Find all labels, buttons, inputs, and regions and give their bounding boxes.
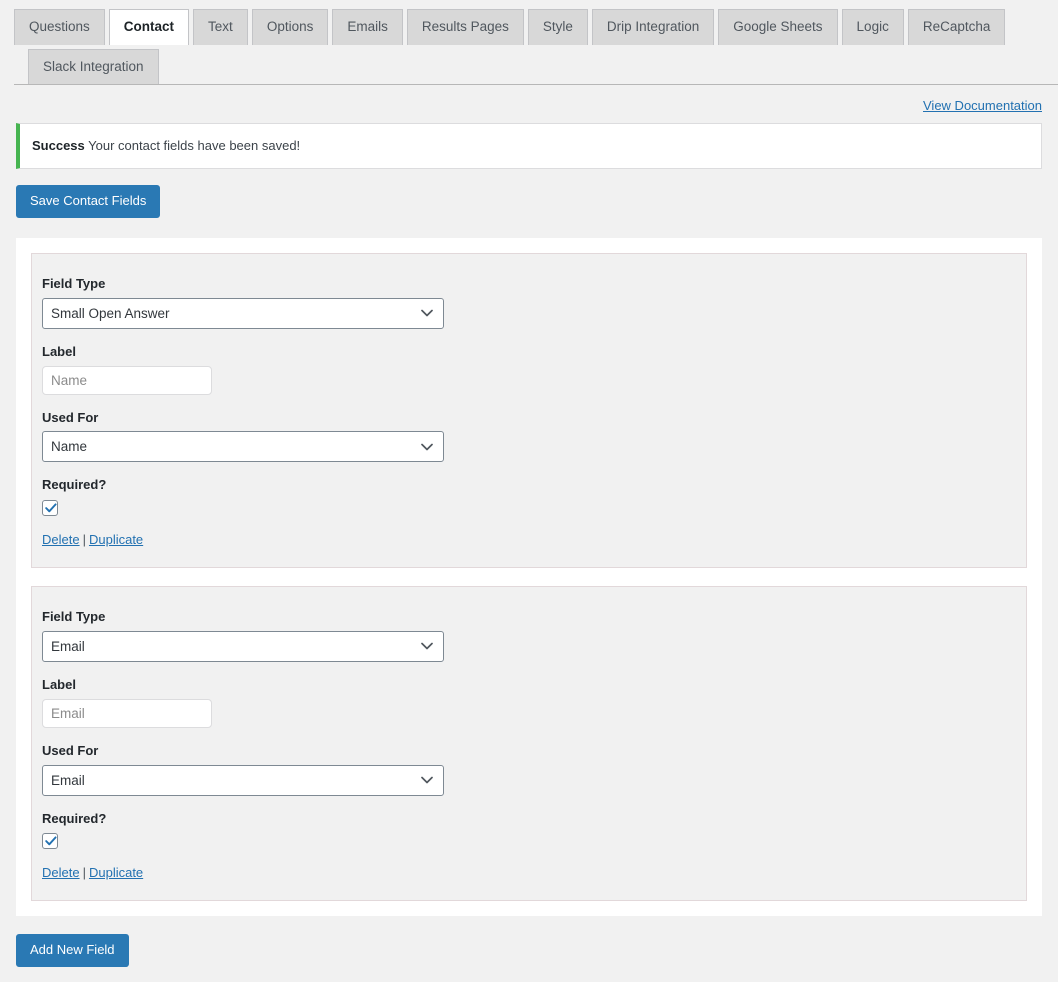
field-type-select-wrapper: Small Open Answer	[42, 297, 444, 329]
required-group: Required?	[42, 477, 1008, 516]
tab-drip-integration[interactable]: Drip Integration	[591, 9, 715, 45]
contact-field-row: Field Type Small Open Answer Label Used …	[31, 252, 1027, 568]
tab-strip-divider	[14, 84, 1058, 85]
tab-logic[interactable]: Logic	[841, 9, 904, 45]
tab-options[interactable]: Options	[251, 9, 329, 45]
label-field-label: Label	[42, 676, 76, 692]
notice-strong-label: Success	[32, 138, 85, 153]
required-group: Required?	[42, 810, 1008, 850]
label-field-label: Label	[42, 343, 76, 359]
field-type-select[interactable]: Email	[42, 630, 444, 662]
documentation-link-row: View Documentation	[16, 85, 1042, 123]
tab-contact[interactable]: Contact	[108, 9, 190, 45]
label-input[interactable]	[42, 698, 212, 728]
tab-text[interactable]: Text	[193, 9, 248, 45]
used-for-select-wrapper: Email	[42, 764, 444, 796]
required-label: Required?	[42, 477, 107, 493]
tab-emails[interactable]: Emails	[332, 9, 403, 45]
tab-row-secondary: Slack Integration	[14, 45, 1058, 84]
used-for-group: Used For Name	[42, 410, 1008, 463]
field-actions: Delete | Duplicate	[42, 532, 1008, 547]
tab-style[interactable]: Style	[527, 9, 588, 45]
contact-field-row: Field Type Email Label Used For	[31, 585, 1027, 902]
field-type-group: Field Type Email	[42, 609, 1008, 662]
label-group: Label	[42, 344, 1008, 395]
field-type-group: Field Type Small Open Answer	[42, 276, 1008, 329]
tab-recaptcha[interactable]: ReCaptcha	[907, 9, 1006, 45]
used-for-select[interactable]: Name	[42, 431, 444, 463]
page-body: View Documentation Success Your contact …	[0, 85, 1058, 968]
tab-results-pages[interactable]: Results Pages	[406, 9, 524, 45]
action-separator: |	[82, 865, 86, 881]
field-type-select-wrapper: Email	[42, 630, 444, 662]
delete-field-link[interactable]: Delete	[42, 865, 80, 880]
used-for-select-wrapper: Name	[42, 431, 444, 463]
contact-fields-card: Field Type Small Open Answer Label Used …	[16, 237, 1042, 917]
used-for-label: Used For	[42, 742, 99, 758]
used-for-label: Used For	[42, 409, 99, 425]
success-notice: Success Your contact fields have been sa…	[16, 123, 1042, 169]
required-label: Required?	[42, 810, 107, 826]
save-button-row: Save Contact Fields	[16, 184, 1042, 238]
notice-message: Your contact fields have been saved!	[88, 138, 301, 153]
used-for-select[interactable]: Email	[42, 764, 444, 796]
required-checkbox[interactable]	[42, 499, 58, 516]
field-actions: Delete | Duplicate	[42, 865, 1008, 880]
field-type-select[interactable]: Small Open Answer	[42, 297, 444, 329]
action-separator: |	[82, 531, 86, 547]
tab-questions[interactable]: Questions	[14, 9, 105, 45]
duplicate-field-link[interactable]: Duplicate	[89, 865, 143, 880]
tab-row-primary: Questions Contact Text Options Emails Results…	[14, 9, 1058, 45]
checkmark-icon	[45, 503, 57, 513]
required-checkbox[interactable]	[42, 833, 58, 850]
duplicate-field-link[interactable]: Duplicate	[89, 532, 143, 547]
add-field-row: Add New Field	[16, 916, 1042, 968]
tab-google-sheets[interactable]: Google Sheets	[718, 9, 838, 45]
tab-strip: Questions Contact Text Options Emails Results…	[0, 0, 1058, 85]
add-new-field-button[interactable]: Add New Field	[16, 934, 129, 968]
view-documentation-link[interactable]: View Documentation	[923, 98, 1042, 113]
label-input[interactable]	[42, 365, 212, 395]
label-group: Label	[42, 677, 1008, 728]
field-type-label: Field Type	[42, 275, 106, 291]
tab-slack-integration[interactable]: Slack Integration	[28, 48, 159, 84]
used-for-group: Used For Email	[42, 743, 1008, 796]
delete-field-link[interactable]: Delete	[42, 532, 80, 547]
save-contact-fields-button[interactable]: Save Contact Fields	[16, 184, 161, 218]
checkmark-icon	[45, 836, 57, 846]
field-type-label: Field Type	[42, 608, 106, 624]
